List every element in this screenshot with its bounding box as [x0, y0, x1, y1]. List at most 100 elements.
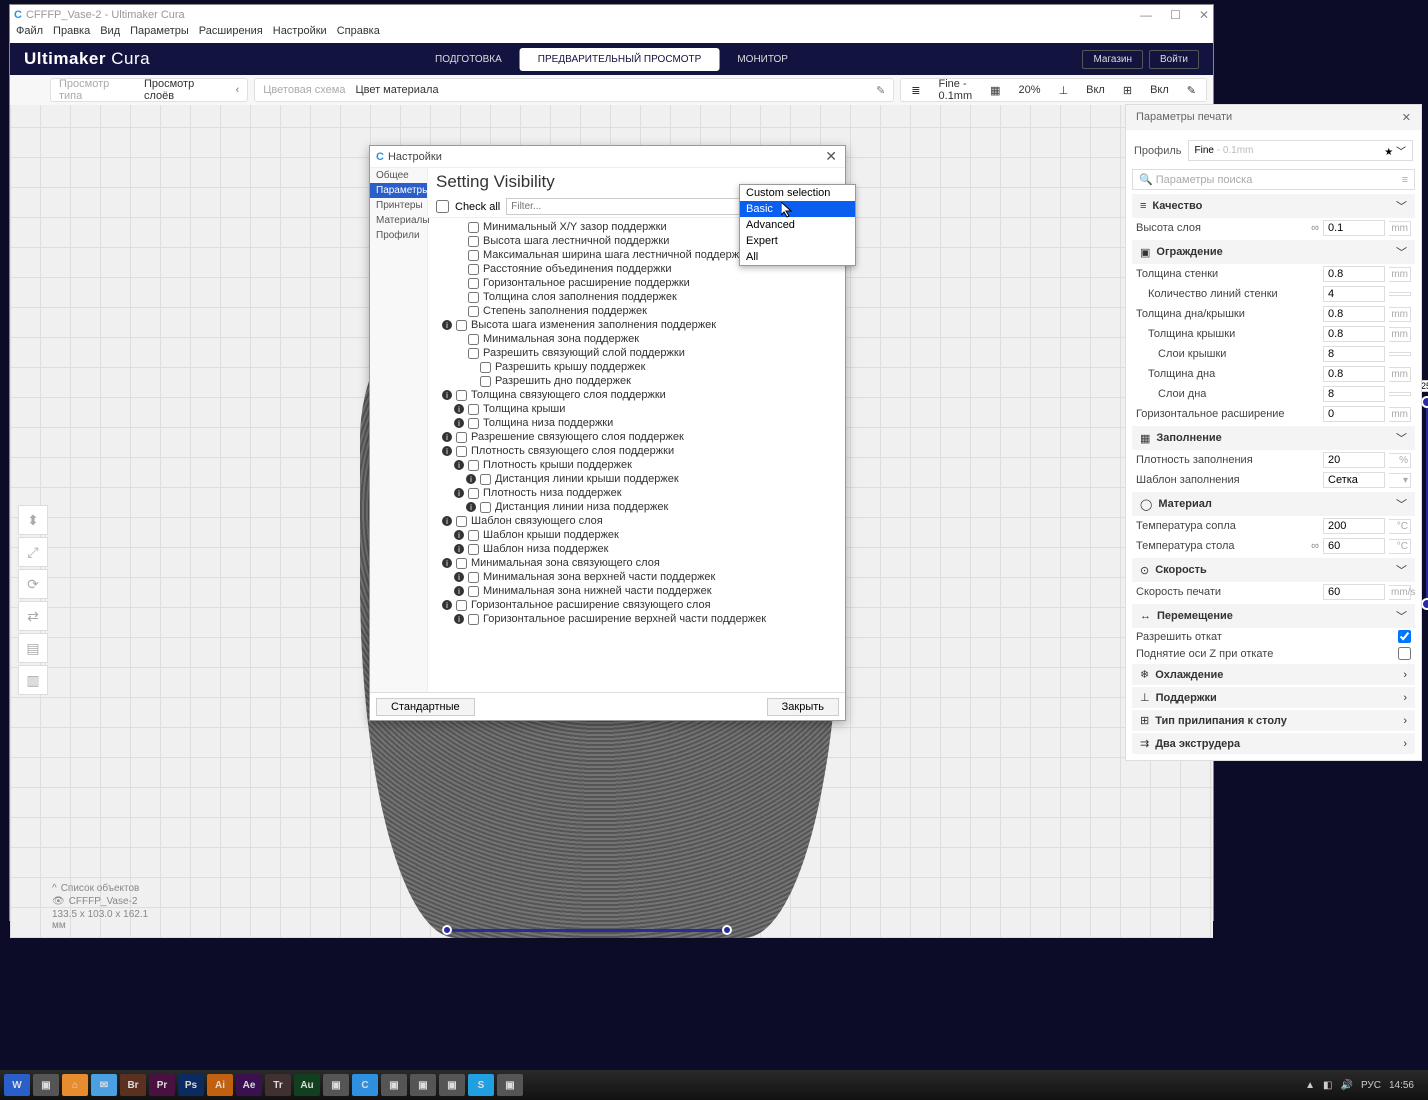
tool-mirror[interactable]: ⇄: [18, 601, 48, 631]
setting-value[interactable]: 8: [1323, 386, 1385, 402]
visibility-checkbox[interactable]: [468, 544, 479, 555]
visibility-item[interactable]: iШаблон низа поддержек: [436, 542, 845, 556]
visibility-checkbox[interactable]: [468, 586, 479, 597]
nav-general[interactable]: Общее: [370, 168, 427, 183]
taskbar-app-icon[interactable]: Tr: [265, 1074, 291, 1096]
defaults-button[interactable]: Стандартные: [376, 698, 475, 716]
menu-edit[interactable]: Правка: [53, 25, 90, 43]
visibility-checkbox[interactable]: [468, 222, 479, 233]
taskbar-app-icon[interactable]: ▣: [439, 1074, 465, 1096]
visibility-checkbox[interactable]: [456, 390, 467, 401]
setting-value[interactable]: 200: [1323, 518, 1385, 534]
setting-checkbox[interactable]: [1398, 630, 1411, 643]
close-icon[interactable]: ✕: [1402, 111, 1411, 124]
maximize-button[interactable]: ☐: [1170, 8, 1181, 22]
visibility-item[interactable]: iТолщина низа поддержки: [436, 416, 845, 430]
visibility-item[interactable]: Разрешить связующий слой поддержки: [436, 346, 845, 360]
print-summary-bar[interactable]: ≣ Fine - 0.1mm ▦ 20% ⊥ Вкл ⊞ Вкл ✎: [900, 78, 1207, 102]
settings-section[interactable]: ◯Материал﹀: [1132, 492, 1415, 516]
chevron-up-icon[interactable]: ^: [52, 883, 57, 894]
visibility-checkbox[interactable]: [468, 404, 479, 415]
nav-printers[interactable]: Принтеры: [370, 198, 427, 213]
visibility-checkbox[interactable]: [456, 320, 467, 331]
visibility-checkbox[interactable]: [468, 334, 479, 345]
settings-search[interactable]: 🔍 Параметры поиска ≡: [1132, 169, 1415, 190]
preset-all[interactable]: All: [740, 249, 855, 265]
profile-selector[interactable]: Fine - 0.1mm ★ ﹀: [1188, 140, 1414, 161]
visibility-checkbox[interactable]: [468, 278, 479, 289]
setting-value[interactable]: 8: [1323, 346, 1385, 362]
settings-section[interactable]: ▦Заполнение﹀: [1132, 426, 1415, 450]
preset-advanced[interactable]: Advanced: [740, 217, 855, 233]
visibility-checkbox[interactable]: [468, 250, 479, 261]
visibility-checkbox[interactable]: [480, 376, 491, 387]
visibility-item[interactable]: iПлотность связующего слоя поддержки: [436, 444, 845, 458]
nav-profiles[interactable]: Профили: [370, 228, 427, 243]
settings-section[interactable]: ⊙Скорость﹀: [1132, 558, 1415, 582]
taskbar-app-icon[interactable]: ▣: [323, 1074, 349, 1096]
color-scheme-selector[interactable]: Цветовая схема Цвет материала ✎: [254, 78, 894, 102]
setting-value[interactable]: Сетка: [1323, 472, 1385, 488]
tool-permodel[interactable]: ▤: [18, 633, 48, 663]
menu-params[interactable]: Параметры: [130, 25, 189, 43]
taskbar-app-icon[interactable]: S: [468, 1074, 494, 1096]
settings-section[interactable]: ▣Ограждение﹀: [1132, 240, 1415, 264]
visibility-checkbox[interactable]: [480, 474, 491, 485]
taskbar-app-icon[interactable]: Ps: [178, 1074, 204, 1096]
settings-section[interactable]: ⊥Поддержки›: [1132, 687, 1415, 708]
settings-section[interactable]: ⊞Тип прилипания к столу›: [1132, 710, 1415, 731]
visibility-item[interactable]: iПлотность крыши поддержек: [436, 458, 845, 472]
taskbar-app-icon[interactable]: Ae: [236, 1074, 262, 1096]
tray-item[interactable]: ▲: [1305, 1080, 1315, 1091]
visibility-item[interactable]: iТолщина крыши: [436, 402, 845, 416]
visibility-checkbox[interactable]: [468, 348, 479, 359]
tray-item[interactable]: ◧: [1323, 1080, 1332, 1091]
tab-preview[interactable]: ПРЕДВАРИТЕЛЬНЫЙ ПРОСМОТР: [520, 48, 720, 71]
close-icon[interactable]: ✕: [825, 148, 837, 165]
visibility-checkbox[interactable]: [468, 292, 479, 303]
visibility-checkbox[interactable]: [480, 362, 491, 373]
preset-custom[interactable]: Custom selection: [740, 185, 855, 201]
setting-value[interactable]: 0.8: [1323, 366, 1385, 382]
taskbar-app-icon[interactable]: ▣: [497, 1074, 523, 1096]
setting-value[interactable]: 20: [1323, 452, 1385, 468]
visibility-item[interactable]: iРазрешение связующего слоя поддержек: [436, 430, 845, 444]
check-all-checkbox[interactable]: [436, 200, 449, 213]
setting-value[interactable]: 4: [1323, 286, 1385, 302]
visibility-item[interactable]: iМинимальная зона связующего слоя: [436, 556, 845, 570]
menu-view[interactable]: Вид: [100, 25, 120, 43]
visibility-item[interactable]: Горизонтальное расширение поддержки: [436, 276, 845, 290]
tray-item[interactable]: 14:56: [1389, 1080, 1414, 1091]
tool-support[interactable]: ▥: [18, 665, 48, 695]
setting-value[interactable]: 0: [1323, 406, 1385, 422]
taskbar-app-icon[interactable]: W: [4, 1074, 30, 1096]
tab-monitor[interactable]: МОНИТОР: [719, 48, 806, 71]
link-icon[interactable]: ∞: [1311, 222, 1319, 234]
preset-basic[interactable]: Basic: [740, 201, 855, 217]
menu-file[interactable]: Файл: [16, 25, 43, 43]
visibility-checkbox[interactable]: [456, 516, 467, 527]
taskbar-app-icon[interactable]: ▣: [381, 1074, 407, 1096]
visibility-checkbox[interactable]: [456, 432, 467, 443]
tool-rotate[interactable]: ⟳: [18, 569, 48, 599]
link-icon[interactable]: ∞: [1311, 540, 1319, 552]
visibility-checkbox[interactable]: [456, 558, 467, 569]
visibility-item[interactable]: iПлотность низа поддержек: [436, 486, 845, 500]
visibility-item[interactable]: iШаблон крыши поддержек: [436, 528, 845, 542]
layer-horizontal-slider[interactable]: [442, 924, 732, 936]
close-button[interactable]: ✕: [1199, 8, 1209, 22]
visibility-item[interactable]: iДистанция линии низа поддержек: [436, 500, 845, 514]
visibility-item[interactable]: iГоризонтальное расширение связующего сл…: [436, 598, 845, 612]
visibility-checkbox[interactable]: [456, 446, 467, 457]
settings-section[interactable]: ⇉Два экструдера›: [1132, 733, 1415, 754]
minimize-button[interactable]: —: [1140, 8, 1152, 22]
visibility-item[interactable]: iДистанция линии крыши поддержек: [436, 472, 845, 486]
visibility-checkbox[interactable]: [468, 460, 479, 471]
tab-prepare[interactable]: ПОДГОТОВКА: [417, 48, 520, 71]
visibility-item[interactable]: Минимальная зона поддержек: [436, 332, 845, 346]
taskbar-app-icon[interactable]: C: [352, 1074, 378, 1096]
close-button[interactable]: Закрыть: [767, 698, 839, 716]
visibility-item[interactable]: iТолщина связующего слоя поддержки: [436, 388, 845, 402]
tray-item[interactable]: РУС: [1361, 1080, 1381, 1091]
taskbar-app-icon[interactable]: Pr: [149, 1074, 175, 1096]
